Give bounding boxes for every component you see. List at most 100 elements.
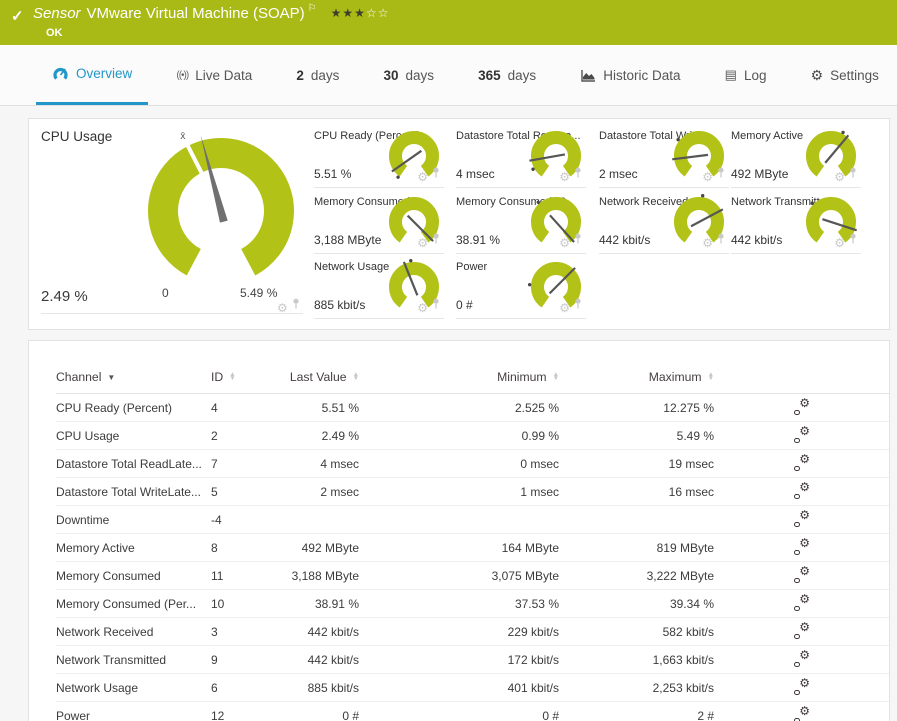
gear-icon[interactable]: ⚙ [559,171,570,183]
gauge-action-icons[interactable]: ⚙ [417,165,440,183]
channel-row-cpu-usage[interactable]: CPU Usage 2 2.49 % 0.99 % 5.49 % ⚙ [56,422,889,450]
pin-icon[interactable] [849,231,857,249]
column-header-channel[interactable]: Channel ▼ [56,370,211,384]
channel-row-network-usage[interactable]: Network Usage 6 885 kbit/s 401 kbit/s 2,253 … [56,674,889,702]
channel-settings-icon[interactable]: ⚙ [794,509,810,527]
gauge-cpu-ready-percent[interactable]: CPU Ready (Percent) 5.51 % ⚙ [314,127,444,188]
star-filled-icon[interactable]: ★ [342,6,354,20]
star-filled-icon[interactable]: ★ [331,6,343,20]
gear-icon[interactable]: ⚙ [559,237,570,249]
pin-icon[interactable] [717,165,725,183]
gear-dot [794,493,800,499]
gear-icon[interactable]: ⚙ [417,302,428,314]
gear-icon[interactable]: ⚙ [834,237,845,249]
channel-settings-icon[interactable]: ⚙ [794,481,810,499]
pin-icon[interactable] [432,296,440,314]
channel-maximum: 39.34 % [669,596,714,611]
channel-settings-icon[interactable]: ⚙ [794,453,810,471]
gauge-memory-consumed[interactable]: Memory Consumed 3,188 MByte ⚙ [314,193,444,254]
gauge-action-icons[interactable]: ⚙ [417,296,440,314]
gauge-memory-active[interactable]: Memory Active 492 MByte ⚙ [731,127,861,188]
channel-row-memory-active[interactable]: Memory Active 8 492 MByte 164 MByte 819 MByt… [56,534,889,562]
channel-row-memory-consumed-per[interactable]: Memory Consumed (Per... 10 38.91 % 37.53 % 3… [56,590,889,618]
gauge-action-icons[interactable]: ⚙ [559,231,582,249]
channel-row-cpu-ready-percent[interactable]: CPU Ready (Percent) 4 5.51 % 2.525 % 12.275 … [56,394,889,422]
gauge-action-icons[interactable]: ⚙ [559,165,582,183]
channel-row-datastore-total-readlate[interactable]: Datastore Total ReadLate... 7 4 msec 0 msec… [56,450,889,478]
channel-row-datastore-total-writelate[interactable]: Datastore Total WriteLate... 5 2 msec 1 mse… [56,478,889,506]
tab-historic-data[interactable]: Historic Data [564,45,696,105]
star-empty-icon[interactable]: ☆ [366,6,378,20]
channel-row-network-received[interactable]: Network Received 3 442 kbit/s 229 kbit/s 582… [56,618,889,646]
small-gauges-grid: CPU Ready (Percent) 5.51 % ⚙ Datastore Tota… [29,119,889,329]
gear-icon[interactable]: ⚙ [559,302,570,314]
tab-live-data[interactable]: ((•)) Live Data [160,45,268,105]
gauge-action-icons[interactable]: ⚙ [702,165,725,183]
channel-minimum: 2.525 % [514,400,559,415]
rating-stars[interactable]: ★★★☆☆ [331,6,390,20]
channel-id: 8 [211,540,218,555]
column-header-id[interactable]: ID ▲ ▼ [211,370,259,384]
channel-settings-icon[interactable]: ⚙ [794,593,810,611]
tab-30-days[interactable]: 30 days [367,45,450,105]
channel-minimum: 0 msec [520,456,559,471]
gear-icon[interactable]: ⚙ [702,237,713,249]
channel-minimum: 164 MByte [501,540,559,555]
flag-icon[interactable]: ⚐ [308,3,317,14]
gear-icon[interactable]: ⚙ [702,171,713,183]
tab-overview[interactable]: Overview [36,45,149,105]
tab-365-days[interactable]: 365 days [462,45,552,105]
gear-dot [794,409,800,415]
gauge-action-icons[interactable]: ⚙ [834,165,857,183]
gear-glyph: ⚙ [799,592,810,606]
tab-2-days[interactable]: 2 days [280,45,355,105]
channel-settings-icon[interactable]: ⚙ [794,565,810,583]
channel-settings-icon[interactable]: ⚙ [794,537,810,555]
gauge-power[interactable]: Power 0 # ⚙ [456,258,586,319]
pin-icon[interactable] [717,231,725,249]
channel-settings-icon[interactable]: ⚙ [794,425,810,443]
channel-row-memory-consumed[interactable]: Memory Consumed 11 3,188 MByte 3,075 MByte 3… [56,562,889,590]
gauge-network-received[interactable]: Network Received 442 kbit/s ⚙ [599,193,729,254]
gauge-datastore-total-readla[interactable]: Datastore Total ReadLa... 4 msec ⚙ [456,127,586,188]
channel-name: Memory Active [56,540,135,555]
channel-last-value: 0 # [342,708,359,721]
pin-icon[interactable] [574,165,582,183]
pin-icon[interactable] [574,296,582,314]
gauge-action-icons[interactable]: ⚙ [417,231,440,249]
tab-settings[interactable]: ⚙ Settings [795,45,895,105]
gear-icon[interactable]: ⚙ [417,237,428,249]
channel-maximum: 3,222 MByte [646,568,714,583]
gear-glyph: ⚙ [799,508,810,522]
gauge-action-icons[interactable]: ⚙ [559,296,582,314]
star-empty-icon[interactable]: ☆ [378,6,390,20]
gauge-memory-consumed-p[interactable]: Memory Consumed (P... 38.91 % ⚙ [456,193,586,254]
gauge-action-icons[interactable]: ⚙ [702,231,725,249]
channel-name: Memory Consumed [56,568,161,583]
gear-icon[interactable]: ⚙ [834,171,845,183]
column-label: Channel [56,370,102,384]
channel-settings-icon[interactable]: ⚙ [794,621,810,639]
gauge-network-transmitted[interactable]: Network Transmitted 442 kbit/s ⚙ [731,193,861,254]
channel-settings-icon[interactable]: ⚙ [794,649,810,667]
gauge-action-icons[interactable]: ⚙ [834,231,857,249]
pin-icon[interactable] [432,165,440,183]
channel-settings-icon[interactable]: ⚙ [794,677,810,695]
pin-icon[interactable] [849,165,857,183]
gear-icon[interactable]: ⚙ [417,171,428,183]
channel-settings-icon[interactable]: ⚙ [794,397,810,415]
pin-icon[interactable] [432,231,440,249]
channel-row-power[interactable]: Power 12 0 # 0 # 2 # ⚙ [56,702,889,721]
pin-icon[interactable] [574,231,582,249]
channel-maximum: 582 kbit/s [662,624,714,639]
star-filled-icon[interactable]: ★ [354,6,366,20]
channel-row-network-transmitted[interactable]: Network Transmitted 9 442 kbit/s 172 kbit/s… [56,646,889,674]
column-header-maximum[interactable]: Maximum ▲ ▼ [559,370,714,384]
gauge-datastore-total-writel[interactable]: Datastore Total WriteL... 2 msec ⚙ [599,127,729,188]
column-header-minimum[interactable]: Minimum ▲ ▼ [359,370,559,384]
gauge-network-usage[interactable]: Network Usage 885 kbit/s ⚙ [314,258,444,319]
column-header-last-value[interactable]: Last Value ▲ ▼ [259,370,359,384]
channel-row-downtime[interactable]: Downtime -4 ⚙ [56,506,889,534]
channel-settings-icon[interactable]: ⚙ [794,705,810,721]
tab-log[interactable]: ▤ Log [709,45,783,105]
